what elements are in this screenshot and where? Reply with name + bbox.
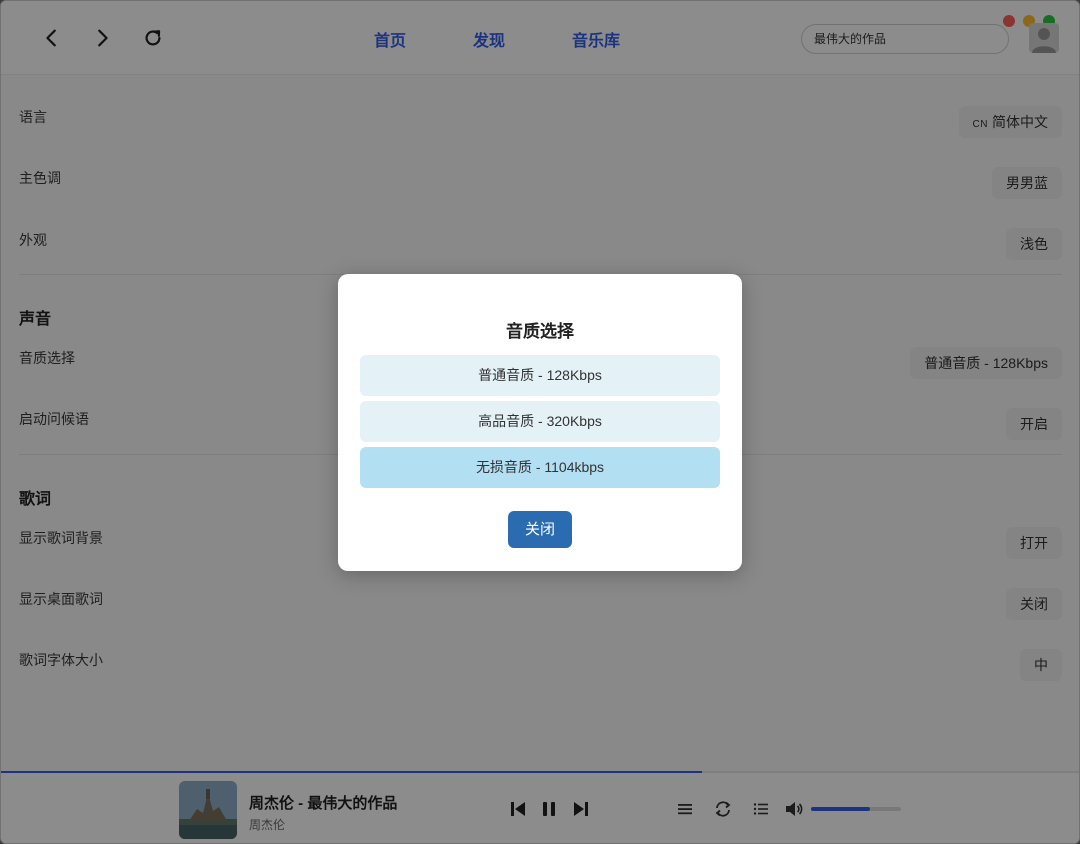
audio-quality-dialog: 音质选择 普通音质 - 128Kbps 高品音质 - 320Kbps 无损音质 …	[338, 274, 742, 571]
quality-option-high[interactable]: 高品音质 - 320Kbps	[360, 401, 720, 442]
modal-overlay[interactable]: 音质选择 普通音质 - 128Kbps 高品音质 - 320Kbps 无损音质 …	[0, 0, 1080, 844]
quality-option-standard[interactable]: 普通音质 - 128Kbps	[360, 355, 720, 396]
close-button[interactable]: 关闭	[508, 511, 572, 548]
quality-option-lossless[interactable]: 无损音质 - 1104kbps	[360, 447, 720, 488]
dialog-title: 音质选择	[506, 322, 574, 341]
